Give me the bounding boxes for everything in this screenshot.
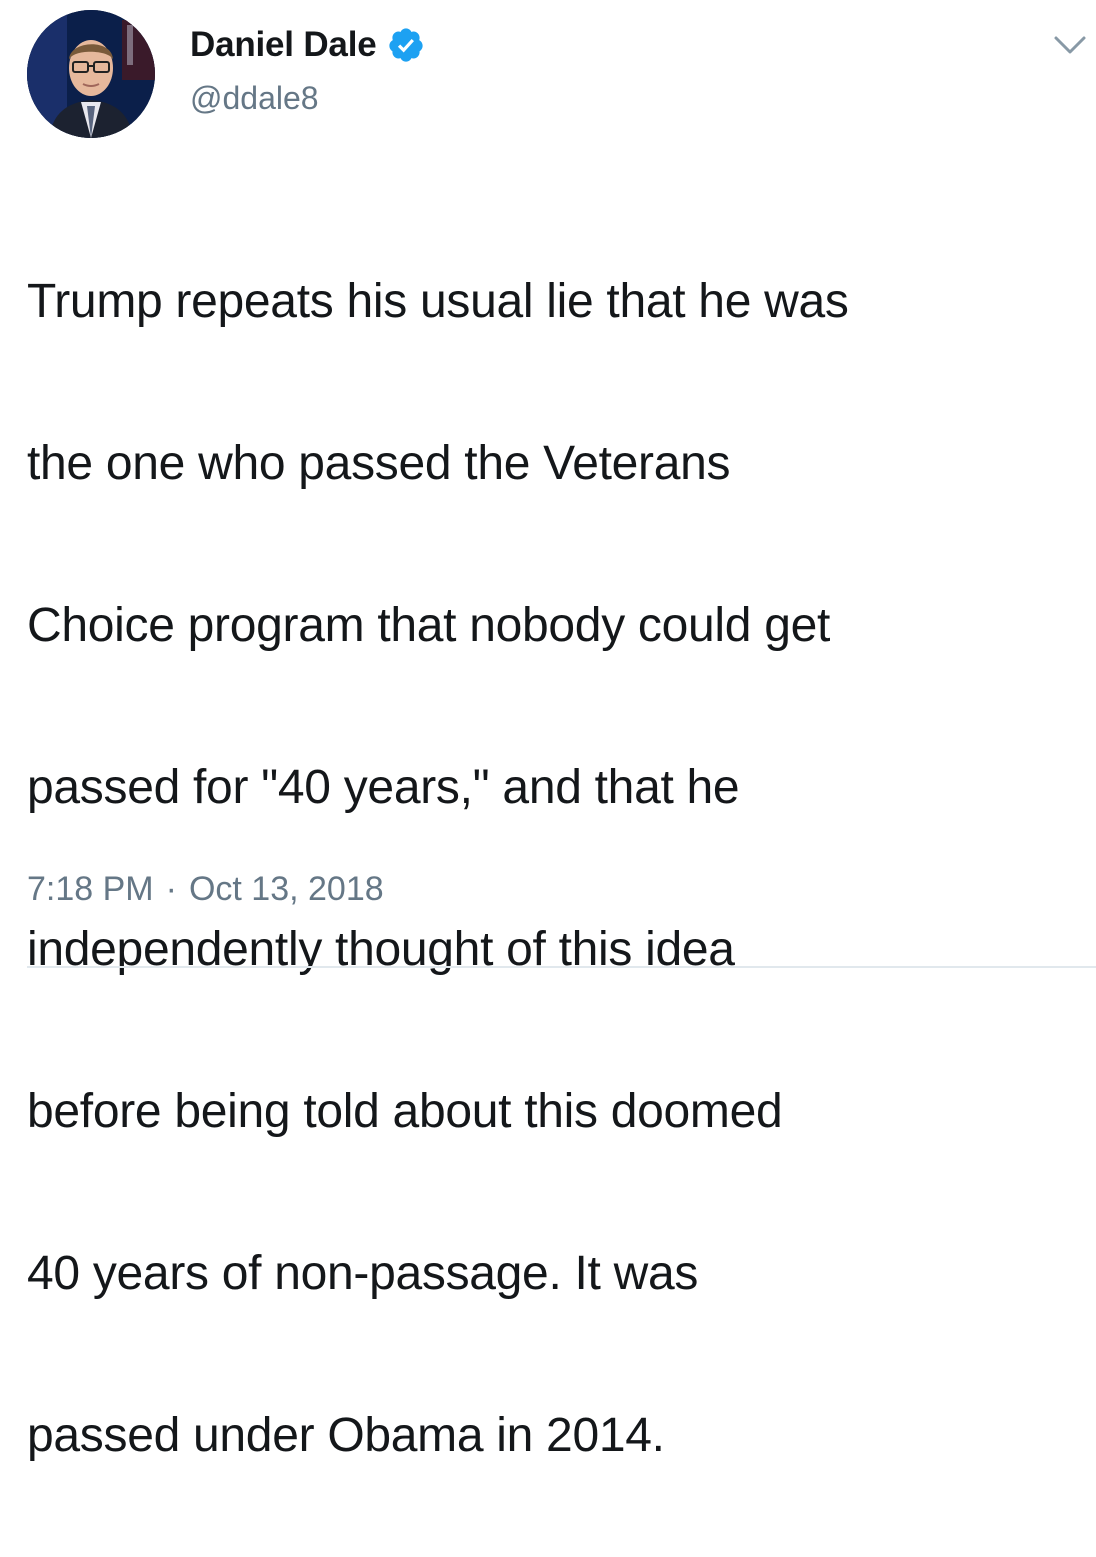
tweet-timestamp[interactable]: 7:18 PM · Oct 13, 2018: [27, 870, 384, 909]
tweet-text-line: Trump repeats his usual lie that he was: [27, 275, 849, 328]
tweet-date: Oct 13, 2018: [188, 870, 384, 908]
chevron-down-icon[interactable]: [1050, 30, 1090, 60]
tweet-card: Daniel Dale @ddale8 Trump repeats his us…: [0, 0, 1096, 1462]
tweet-text-line: passed for "40 years," and that he: [27, 761, 740, 814]
verified-badge-icon: [387, 26, 425, 64]
tweet-text-line: independently thought of this idea: [27, 923, 735, 976]
tweet-text-line: before being told about this doomed: [27, 1085, 783, 1138]
tweet-text-line: passed under Obama in 2014.: [27, 1409, 665, 1462]
author-display-name[interactable]: Daniel Dale: [190, 25, 377, 65]
timestamp-separator: ·: [165, 870, 177, 908]
tweet-text-line: the one who passed the Veterans: [27, 437, 731, 490]
avatar[interactable]: [27, 10, 155, 138]
author-name-row: Daniel Dale: [190, 22, 425, 68]
author-block[interactable]: Daniel Dale @ddale8: [190, 22, 425, 117]
tweet-text-line: 40 years of non-passage. It was: [27, 1247, 699, 1300]
avatar-image: [27, 10, 155, 138]
divider: [27, 966, 1096, 968]
tweet-text: Trump repeats his usual lie that he was …: [27, 180, 1087, 1557]
tweet-time: 7:18 PM: [27, 870, 154, 908]
tweet-text-line: Choice program that nobody could get: [27, 599, 831, 652]
author-handle[interactable]: @ddale8: [190, 80, 425, 117]
